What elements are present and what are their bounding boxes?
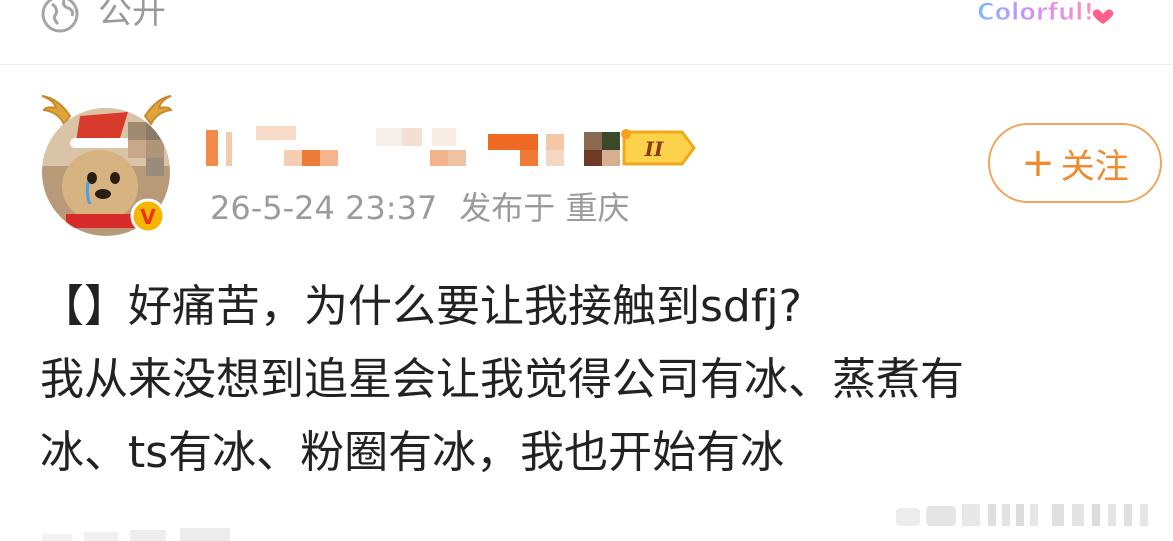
colorful-text: Colorful!: [977, 0, 1094, 26]
plus-icon: +: [1021, 140, 1055, 186]
verified-badge: V: [140, 205, 156, 229]
colorful-decoration-badge: Colorful!: [977, 0, 1114, 27]
weibo-post-page: 公开 Colorful! V II 26-5-24 23:37 发布于 重庆 +…: [0, 0, 1173, 541]
post-line: 我从来没想到追星会让我觉得公司有冰、蒸煮有: [40, 354, 964, 405]
visibility-bar: 公开 Colorful!: [0, 0, 1173, 65]
globe-icon: [41, 0, 79, 33]
follow-button[interactable]: + 关注: [988, 123, 1162, 203]
post-content: 【】好痛苦，为什么要让我接触到sdfj? 我从来没想到追星会让我觉得公司有冰、蒸…: [40, 270, 1140, 489]
post-meta: 26-5-24 23:37 发布于 重庆: [210, 186, 629, 230]
visibility-label[interactable]: 公开: [98, 0, 166, 36]
watermark-dots: [896, 504, 1148, 526]
username-mosaic[interactable]: II: [204, 122, 704, 172]
next-line-cutoff: [42, 528, 230, 541]
follow-label: 关注: [1060, 146, 1129, 187]
level-badge: II: [644, 137, 664, 161]
post-location: 发布于 重庆: [459, 189, 630, 227]
post-line: 【】好痛苦，为什么要让我接触到sdfj?: [40, 281, 802, 332]
post-timestamp: 26-5-24 23:37: [210, 189, 438, 227]
avatar[interactable]: V: [40, 86, 175, 241]
post-line: 冰、ts有冰、粉圈有冰，我也开始有冰: [40, 427, 785, 478]
